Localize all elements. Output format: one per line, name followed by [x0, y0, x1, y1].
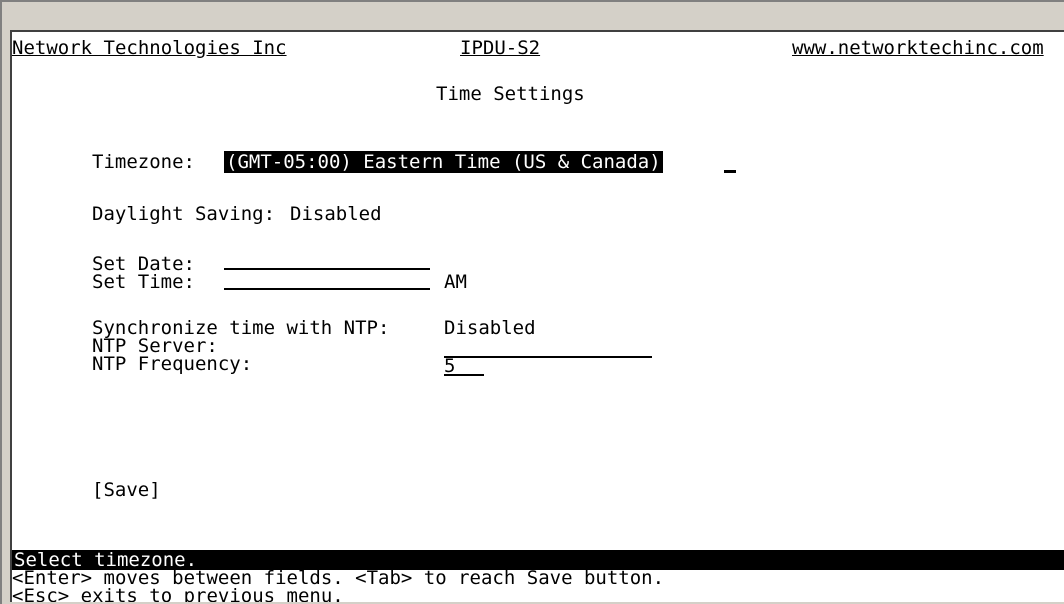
window-frame: Network Technologies Inc IPDU-S2 www.net…	[0, 0, 1064, 604]
save-button[interactable]: [Save]	[92, 480, 161, 500]
ntp-frequency-value: 5	[444, 355, 456, 377]
help-text-escape: <Esc> exits to previous menu.	[12, 585, 344, 602]
company-name: Network Technologies Inc	[12, 37, 287, 59]
set-time-label: Set Time:	[92, 271, 195, 293]
set-date-field[interactable]	[224, 250, 430, 270]
daylight-saving-toggle[interactable]: Disabled	[290, 204, 382, 224]
ntp-frequency-label: NTP Frequency:	[92, 353, 253, 375]
set-time-field[interactable]	[224, 270, 430, 290]
product-name: IPDU-S2	[460, 37, 541, 59]
timezone-select[interactable]: (GMT-05:00) Eastern Time (US & Canada)	[224, 151, 663, 173]
page-title: Time Settings	[436, 83, 585, 105]
ntp-sync-toggle[interactable]: Disabled	[444, 318, 536, 338]
website-link[interactable]: www.networktechinc.com	[792, 38, 1044, 58]
am-pm-toggle[interactable]: AM	[444, 272, 467, 292]
terminal-screen: Network Technologies Inc IPDU-S2 www.net…	[10, 30, 1064, 602]
text-cursor	[724, 170, 736, 173]
timezone-label: Timezone:	[92, 151, 195, 173]
ntp-frequency-field[interactable]: 5	[444, 356, 484, 376]
ntp-server-field[interactable]	[444, 338, 652, 358]
daylight-saving-label: Daylight Saving:	[92, 203, 276, 225]
